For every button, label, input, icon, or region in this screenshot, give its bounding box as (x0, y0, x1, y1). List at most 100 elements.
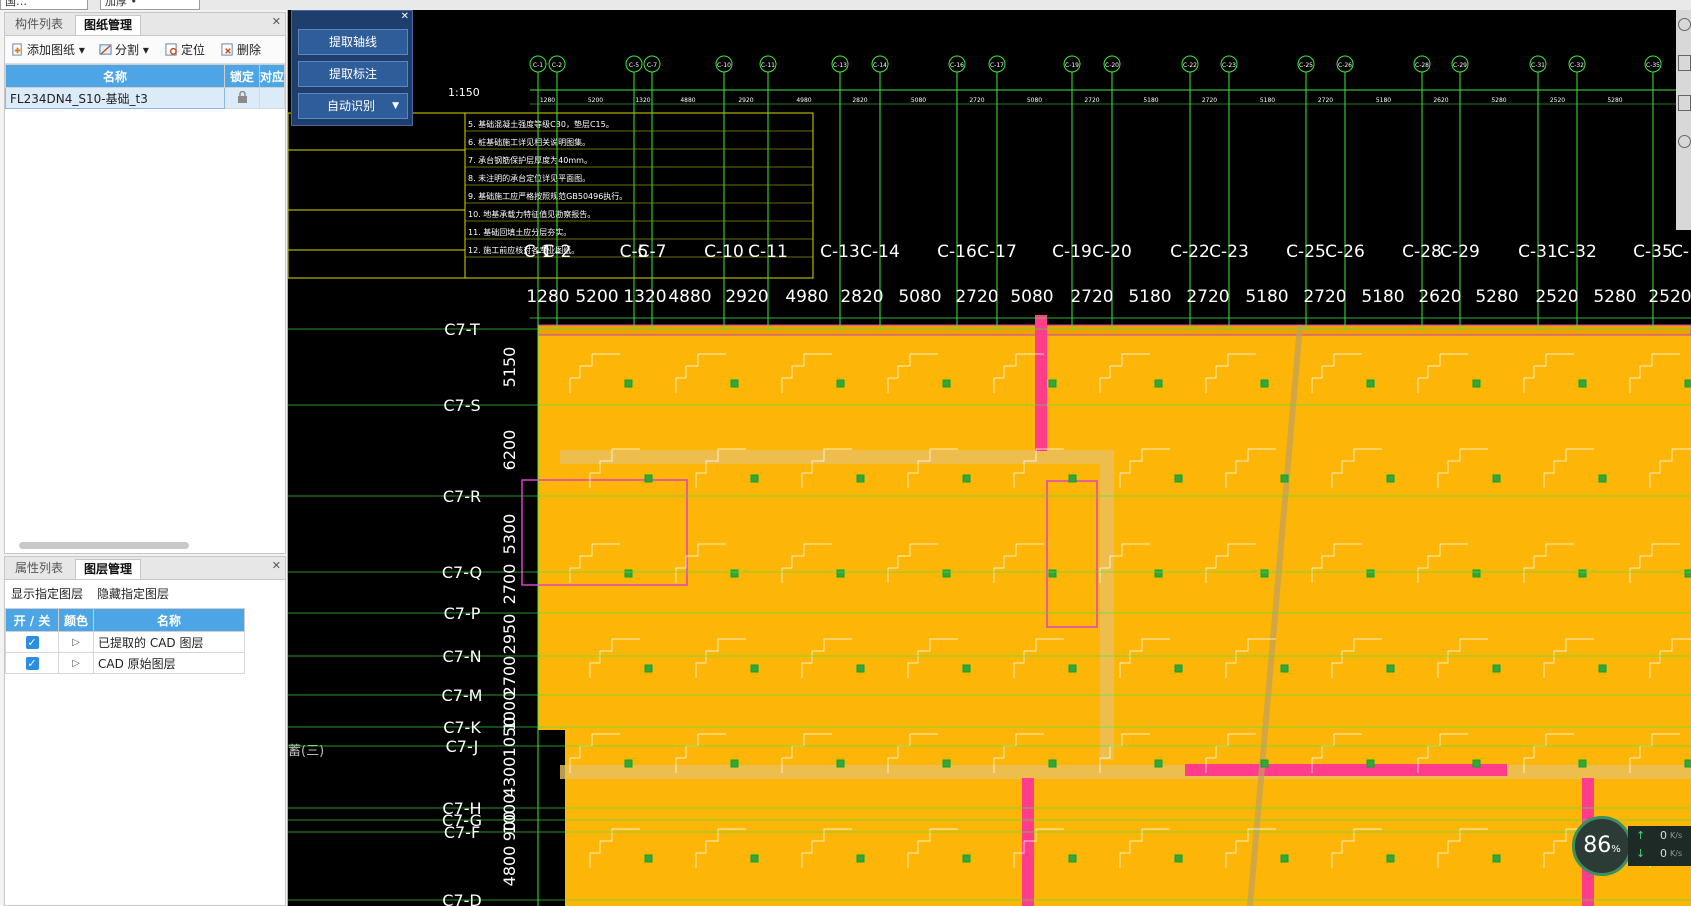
pile-marker[interactable] (1598, 664, 1607, 673)
pile-marker[interactable] (1578, 569, 1587, 578)
pile-marker[interactable] (836, 759, 845, 768)
col-name[interactable]: 名称 (5, 64, 225, 88)
tool-zoom-icon[interactable] (1678, 135, 1691, 148)
pile-marker[interactable] (856, 474, 865, 483)
top-combo-1[interactable]: 国… (0, 0, 88, 10)
pile-marker[interactable] (1068, 474, 1077, 483)
pile-marker[interactable] (1578, 759, 1587, 768)
pile-marker[interactable] (730, 379, 739, 388)
pile-marker[interactable] (856, 854, 865, 863)
pile-marker[interactable] (1280, 664, 1289, 673)
col-color[interactable]: 颜色 (58, 608, 94, 632)
pile-marker[interactable] (856, 664, 865, 673)
pile-marker[interactable] (1386, 474, 1395, 483)
pile-marker[interactable] (942, 379, 951, 388)
dropdown-arrow-icon[interactable]: ▼ (392, 94, 399, 118)
expand-icon[interactable]: ▷ (58, 652, 94, 674)
layer-toggle-cell[interactable]: ✓ (5, 652, 59, 674)
pile-marker[interactable] (1578, 379, 1587, 388)
pile-marker[interactable] (750, 474, 759, 483)
pile-marker[interactable] (1068, 664, 1077, 673)
pile-marker[interactable] (1260, 569, 1269, 578)
pile-marker[interactable] (644, 854, 653, 863)
extract-axis-button[interactable]: 提取轴线 (298, 29, 408, 55)
pile-marker[interactable] (836, 379, 845, 388)
horizontal-scrollbar[interactable] (19, 542, 189, 549)
pile-marker[interactable] (1174, 854, 1183, 863)
top-combo-2[interactable]: 加厚 • (100, 0, 200, 10)
pile-marker[interactable] (1684, 759, 1691, 768)
pile-marker[interactable] (1492, 474, 1501, 483)
pile-marker[interactable] (1068, 854, 1077, 863)
table-row[interactable]: FL234DN4_S10-基础_t3 (5, 87, 285, 109)
checkbox-checked-icon[interactable]: ✓ (25, 657, 39, 670)
expand-icon[interactable]: ▷ (58, 631, 94, 653)
pile-marker[interactable] (750, 854, 759, 863)
tab-component-list[interactable]: 构件列表 (7, 15, 71, 34)
col-toggle[interactable]: 开 / 关 (5, 608, 59, 632)
foundation-slab[interactable] (521, 315, 1691, 906)
pile-marker[interactable] (1386, 854, 1395, 863)
pile-marker[interactable] (1386, 664, 1395, 673)
table-row[interactable]: ✓ ▷ CAD 原始图层 (5, 652, 245, 674)
pile-marker[interactable] (942, 759, 951, 768)
pile-marker[interactable] (1366, 379, 1375, 388)
pile-marker[interactable] (1472, 759, 1481, 768)
pile-marker[interactable] (942, 569, 951, 578)
pile-marker[interactable] (730, 759, 739, 768)
table-row[interactable]: ✓ ▷ 已提取的 CAD 图层 (5, 631, 245, 653)
hide-layer-button[interactable]: 隐藏指定图层 (97, 585, 169, 603)
pile-marker[interactable] (1174, 664, 1183, 673)
pile-marker[interactable] (1048, 569, 1057, 578)
pile-marker[interactable] (730, 569, 739, 578)
pile-marker[interactable] (644, 664, 653, 673)
lock-cell[interactable] (224, 87, 260, 109)
pile-marker[interactable] (1492, 854, 1501, 863)
col-lock[interactable]: 锁定 (224, 64, 260, 88)
col-match[interactable]: 对应 (259, 64, 285, 88)
delete-button[interactable]: 删除 (221, 41, 261, 59)
close-icon[interactable]: ✕ (401, 11, 409, 22)
auto-recognize-button[interactable]: 自动识别 ▼ (298, 93, 408, 119)
locate-button[interactable]: 定位 (165, 41, 205, 59)
pile-marker[interactable] (1366, 569, 1375, 578)
layer-toggle-cell[interactable]: ✓ (5, 631, 59, 653)
pile-marker[interactable] (1492, 664, 1501, 673)
col-layer-name[interactable]: 名称 (93, 608, 245, 632)
pile-marker[interactable] (1260, 759, 1269, 768)
split-button[interactable]: 分割 ▾ (99, 41, 149, 59)
pile-marker[interactable] (836, 569, 845, 578)
pile-marker[interactable] (1154, 569, 1163, 578)
pile-marker[interactable] (1366, 759, 1375, 768)
tool-layer-icon[interactable] (1678, 95, 1691, 111)
pile-marker[interactable] (1260, 379, 1269, 388)
show-layer-button[interactable]: 显示指定图层 (11, 585, 83, 603)
close-icon[interactable]: ✕ (272, 559, 281, 572)
tab-layer-management[interactable]: 图层管理 (75, 559, 142, 579)
add-drawing-button[interactable]: 添加图纸 ▾ (11, 41, 85, 59)
pile-marker[interactable] (962, 664, 971, 673)
memory-usage-badge[interactable]: 86% (1572, 816, 1632, 876)
tool-rotate-icon[interactable] (1678, 18, 1691, 31)
extract-dimension-button[interactable]: 提取标注 (298, 61, 408, 87)
pile-marker[interactable] (1684, 569, 1691, 578)
tool-page-icon[interactable] (1678, 55, 1691, 71)
tab-drawing-management[interactable]: 图纸管理 (75, 15, 142, 35)
pile-marker[interactable] (1280, 854, 1289, 863)
pile-marker[interactable] (1174, 474, 1183, 483)
pile-marker[interactable] (962, 854, 971, 863)
pile-marker[interactable] (624, 569, 633, 578)
pile-marker[interactable] (750, 664, 759, 673)
pile-marker[interactable] (1684, 379, 1691, 388)
pile-marker[interactable] (1154, 379, 1163, 388)
pile-marker[interactable] (624, 379, 633, 388)
pile-marker[interactable] (962, 474, 971, 483)
cad-canvas[interactable]: 5. 基础混凝土强度等级C30，垫层C15。 6. 桩基础施工详见相关说明图集。 7… (288, 10, 1691, 906)
tab-property-list[interactable]: 属性列表 (7, 559, 71, 578)
pile-marker[interactable] (1598, 474, 1607, 483)
close-icon[interactable]: ✕ (272, 15, 281, 28)
checkbox-checked-icon[interactable]: ✓ (25, 636, 39, 649)
pile-marker[interactable] (1154, 759, 1163, 768)
pile-marker[interactable] (1280, 474, 1289, 483)
pile-marker[interactable] (624, 759, 633, 768)
